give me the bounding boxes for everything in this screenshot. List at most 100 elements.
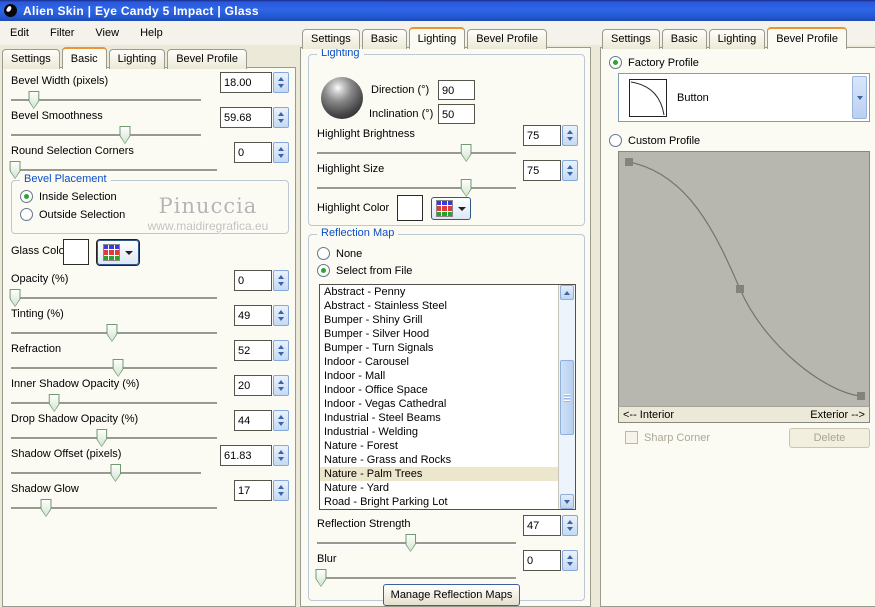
spin-down-icon[interactable] bbox=[278, 387, 284, 392]
tinting-input[interactable] bbox=[234, 305, 272, 326]
reflection-map-item[interactable]: Industrial - Welding bbox=[320, 425, 575, 439]
custom-profile-option[interactable]: Custom Profile bbox=[609, 134, 700, 147]
reflection-map-item[interactable]: Indoor - Carousel bbox=[320, 355, 575, 369]
right-tab-bevel-profile[interactable]: Bevel Profile bbox=[767, 27, 847, 49]
scroll-down-button[interactable] bbox=[560, 494, 574, 509]
reflection-map-item[interactable]: Indoor - Office Space bbox=[320, 383, 575, 397]
middle-tab-settings[interactable]: Settings bbox=[302, 29, 360, 49]
radio-icon[interactable] bbox=[317, 264, 330, 277]
radio-icon[interactable] bbox=[20, 208, 33, 221]
spin-down-icon[interactable] bbox=[278, 119, 284, 124]
radio-icon[interactable] bbox=[609, 56, 622, 69]
opacity-spinner[interactable] bbox=[273, 270, 289, 291]
slider-thumb[interactable] bbox=[405, 534, 417, 552]
spin-down-icon[interactable] bbox=[278, 154, 284, 159]
spin-up-icon[interactable] bbox=[567, 554, 573, 559]
highlight-size-spinner[interactable] bbox=[562, 160, 578, 181]
slider-thumb[interactable] bbox=[28, 91, 40, 109]
bevel-profile-curve-editor[interactable] bbox=[618, 151, 870, 406]
bevel-smoothness-spinner[interactable] bbox=[273, 107, 289, 128]
drop-shadow-slider[interactable] bbox=[11, 429, 217, 447]
highlight-color-picker-button[interactable] bbox=[431, 197, 471, 220]
reflection-map-item[interactable]: Abstract - Stainless Steel bbox=[320, 299, 575, 313]
shadow-glow-slider[interactable] bbox=[11, 499, 217, 517]
spin-up-icon[interactable] bbox=[278, 146, 284, 151]
shadow-offset-spinner[interactable] bbox=[273, 445, 289, 466]
scroll-up-button[interactable] bbox=[560, 285, 574, 300]
round-corners-slider[interactable] bbox=[9, 161, 217, 179]
spin-down-icon[interactable] bbox=[278, 492, 284, 497]
sharp-corner-checkbox[interactable] bbox=[625, 431, 638, 444]
reflection-map-item[interactable]: Indoor - Vegas Cathedral bbox=[320, 397, 575, 411]
bevel-width-input[interactable] bbox=[220, 72, 272, 93]
blur-spinner[interactable] bbox=[562, 550, 578, 571]
select-from-file-option[interactable]: Select from File bbox=[317, 264, 412, 277]
reflection-strength-input[interactable] bbox=[523, 515, 561, 536]
reflection-map-item[interactable]: Indoor - Mall bbox=[320, 369, 575, 383]
menu-edit[interactable]: Edit bbox=[8, 25, 31, 41]
slider-thumb[interactable] bbox=[119, 126, 131, 144]
middle-tab-bevel-profile[interactable]: Bevel Profile bbox=[467, 29, 547, 49]
reflection-map-item[interactable]: Road - Bright Parking Lot bbox=[320, 495, 575, 509]
spin-up-icon[interactable] bbox=[278, 414, 284, 419]
spin-down-icon[interactable] bbox=[278, 457, 284, 462]
highlight-brightness-input[interactable] bbox=[523, 125, 561, 146]
slider-thumb[interactable] bbox=[460, 179, 472, 197]
spin-up-icon[interactable] bbox=[278, 449, 284, 454]
spin-up-icon[interactable] bbox=[278, 344, 284, 349]
slider-thumb[interactable] bbox=[106, 324, 118, 342]
reflection-map-item[interactable]: Nature - Forest bbox=[320, 439, 575, 453]
spin-down-icon[interactable] bbox=[567, 527, 573, 532]
reflection-map-item[interactable]: Bumper - Silver Hood bbox=[320, 327, 575, 341]
slider-thumb[interactable] bbox=[315, 569, 327, 587]
spin-down-icon[interactable] bbox=[278, 84, 284, 89]
dropdown-scroll-strip[interactable] bbox=[852, 76, 867, 119]
shadow-glow-spinner[interactable] bbox=[273, 480, 289, 501]
reflection-strength-slider[interactable] bbox=[317, 534, 516, 552]
bevel-smoothness-slider[interactable] bbox=[11, 126, 201, 144]
spin-down-icon[interactable] bbox=[278, 352, 284, 357]
slider-thumb[interactable] bbox=[48, 394, 60, 412]
shadow-glow-input[interactable] bbox=[234, 480, 272, 501]
shadow-offset-slider[interactable] bbox=[11, 464, 201, 482]
outside-selection-option[interactable]: Outside Selection bbox=[20, 208, 125, 221]
menu-view[interactable]: View bbox=[93, 25, 121, 41]
reflection-map-list[interactable]: Abstract - Penny Abstract - Stainless Ste… bbox=[319, 284, 576, 510]
slider-thumb[interactable] bbox=[112, 359, 124, 377]
round-corners-input[interactable] bbox=[234, 142, 272, 163]
spin-up-icon[interactable] bbox=[567, 129, 573, 134]
highlight-brightness-spinner[interactable] bbox=[562, 125, 578, 146]
slider-thumb[interactable] bbox=[460, 144, 472, 162]
left-tab-settings[interactable]: Settings bbox=[2, 49, 60, 69]
inner-shadow-spinner[interactable] bbox=[273, 375, 289, 396]
bevel-width-slider[interactable] bbox=[11, 91, 201, 109]
blur-input[interactable] bbox=[523, 550, 561, 571]
highlight-size-slider[interactable] bbox=[317, 179, 516, 197]
direction-input[interactable] bbox=[438, 80, 475, 100]
spin-down-icon[interactable] bbox=[567, 137, 573, 142]
blur-slider[interactable] bbox=[315, 569, 516, 587]
curve-handle[interactable] bbox=[625, 158, 633, 166]
radio-icon[interactable] bbox=[609, 134, 622, 147]
reflection-map-item[interactable]: Bumper - Turn Signals bbox=[320, 341, 575, 355]
factory-profile-dropdown[interactable]: Button bbox=[618, 73, 870, 122]
opacity-slider[interactable] bbox=[9, 289, 217, 307]
spin-down-icon[interactable] bbox=[278, 422, 284, 427]
drop-shadow-spinner[interactable] bbox=[273, 410, 289, 431]
slider-thumb[interactable] bbox=[110, 464, 121, 482]
bevel-width-spinner[interactable] bbox=[273, 72, 289, 93]
right-tab-settings[interactable]: Settings bbox=[602, 29, 660, 49]
spin-down-icon[interactable] bbox=[567, 172, 573, 177]
middle-tab-lighting[interactable]: Lighting bbox=[408, 27, 466, 49]
delete-button[interactable]: Delete bbox=[789, 428, 870, 448]
spin-up-icon[interactable] bbox=[278, 76, 284, 81]
highlight-size-input[interactable] bbox=[523, 160, 561, 181]
slider-thumb[interactable] bbox=[96, 429, 108, 447]
refraction-input[interactable] bbox=[234, 340, 272, 361]
radio-icon[interactable] bbox=[317, 247, 330, 260]
left-tab-lighting[interactable]: Lighting bbox=[108, 49, 166, 69]
slider-thumb[interactable] bbox=[40, 499, 52, 517]
reflection-strength-spinner[interactable] bbox=[562, 515, 578, 536]
menu-help[interactable]: Help bbox=[138, 25, 165, 41]
glass-color-swatch[interactable] bbox=[63, 239, 89, 265]
